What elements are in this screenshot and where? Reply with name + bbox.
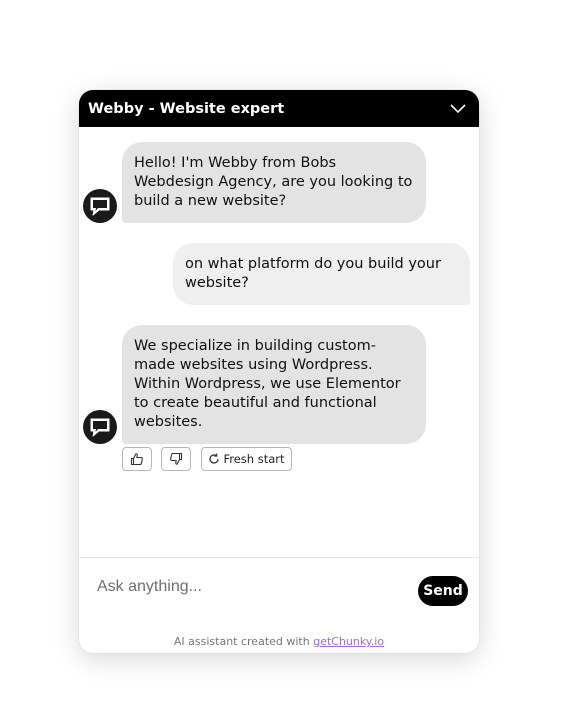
composer-divider <box>79 557 479 558</box>
thumbs-up-icon <box>130 453 143 466</box>
fresh-start-label: Fresh start <box>223 452 285 466</box>
bot-message: We specialize in building custom- made w… <box>122 325 426 444</box>
fresh-start-button[interactable]: Fresh start <box>201 447 292 471</box>
footer-text: AI assistant created with <box>173 635 314 648</box>
user-message: on what platform do you build your websi… <box>173 243 470 305</box>
refresh-icon <box>209 453 220 464</box>
chat-header: Webby - Website expert <box>79 90 479 127</box>
bot-avatar <box>83 410 117 444</box>
bot-message: Hello! I'm Webby from Bobs Webdesign Age… <box>122 142 426 223</box>
chat-title: Webby - Website expert <box>88 100 285 117</box>
speech-bubble-icon <box>90 197 110 216</box>
getchunky-link[interactable]: getChunky.io <box>313 635 384 648</box>
powered-by-footer: AI assistant created with getChunky.io <box>79 635 479 648</box>
speech-bubble-icon <box>90 418 110 437</box>
chat-widget: Webby - Website expert Hello! I'm Webby … <box>79 90 479 653</box>
like-button[interactable] <box>122 447 152 471</box>
bot-avatar <box>83 189 117 223</box>
message-list: Hello! I'm Webby from Bobs Webdesign Age… <box>79 127 479 557</box>
thumbs-down-icon <box>170 452 183 465</box>
send-button[interactable]: Send <box>418 576 468 606</box>
chevron-down-icon[interactable] <box>449 100 467 118</box>
message-input[interactable] <box>97 576 397 598</box>
dislike-button[interactable] <box>161 447 191 471</box>
